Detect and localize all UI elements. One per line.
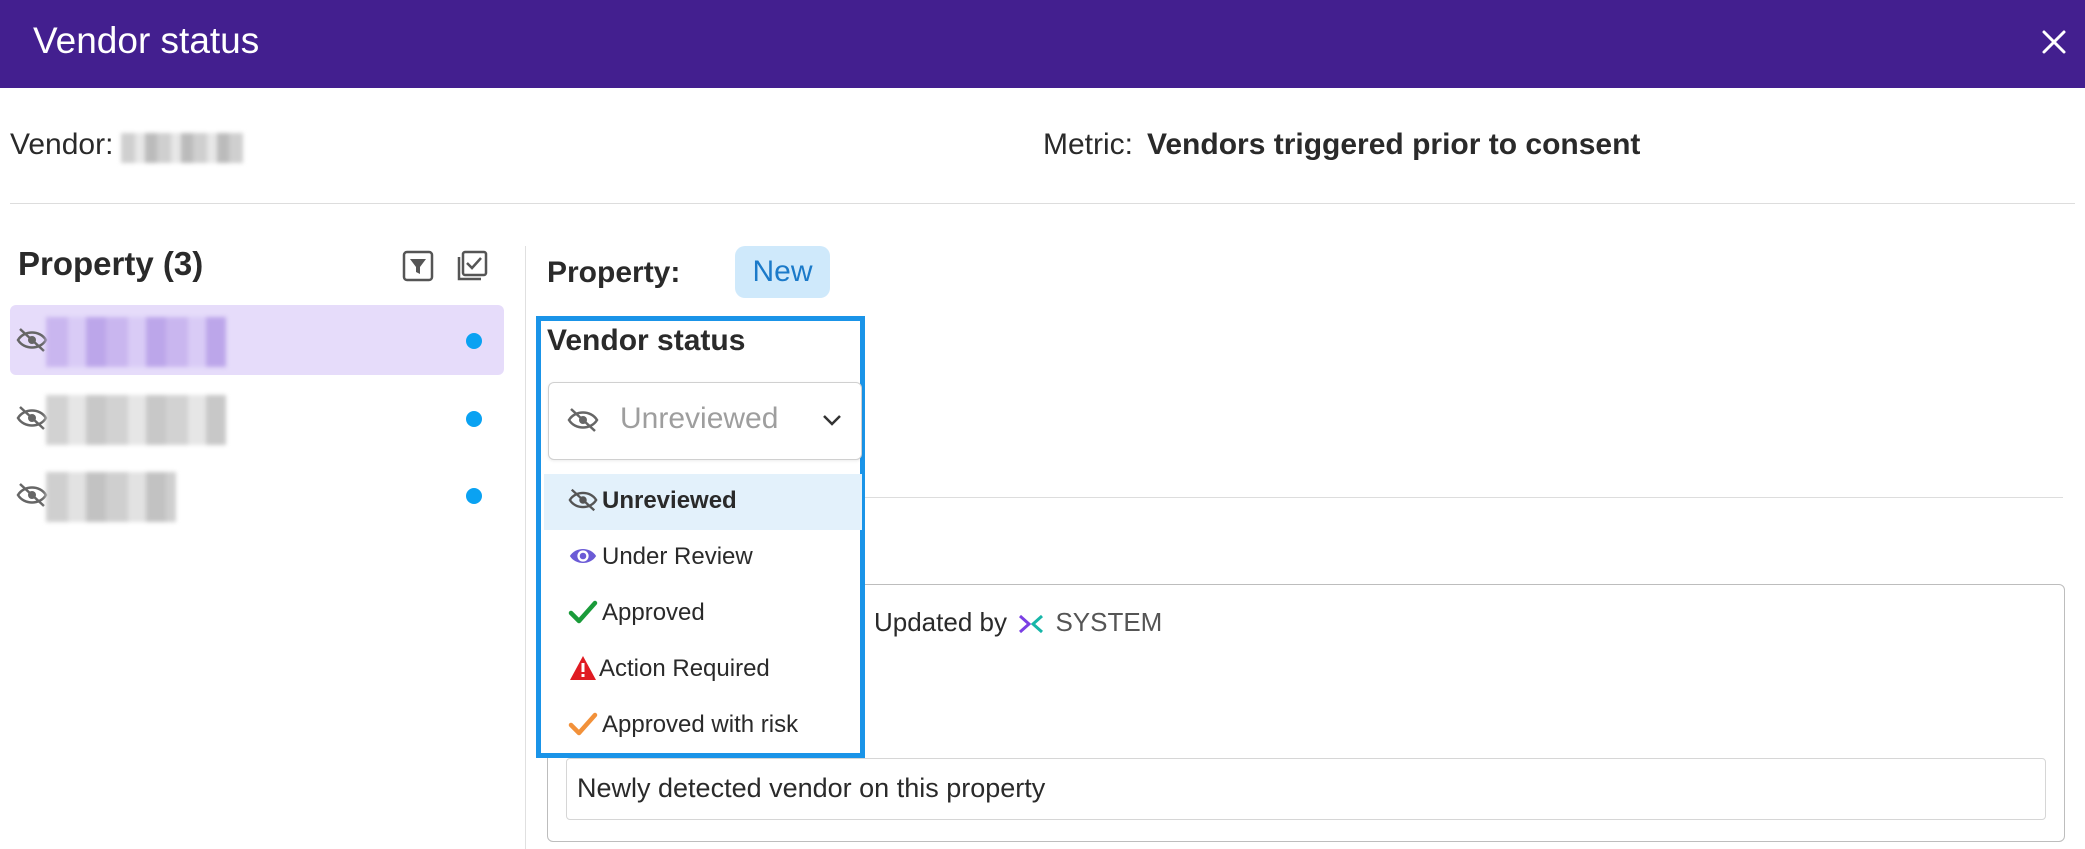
close-icon[interactable] bbox=[2037, 25, 2071, 59]
note-text: Newly detected vendor on this property bbox=[577, 773, 1046, 803]
property-field-label: Property: bbox=[547, 256, 681, 289]
check-icon bbox=[568, 712, 598, 736]
chevron-down-icon bbox=[823, 415, 841, 426]
updated-by-line: | Updated by SYSTEM bbox=[860, 607, 1162, 638]
eye-slash-icon bbox=[16, 483, 48, 507]
status-option-label: Under Review bbox=[602, 543, 753, 570]
property-status-badge: New bbox=[735, 246, 830, 298]
vendor-name-redacted bbox=[121, 133, 243, 163]
eye-slash-icon bbox=[568, 488, 598, 512]
selected-status-value: Unreviewed bbox=[620, 402, 779, 435]
status-option-label: Unreviewed bbox=[602, 487, 737, 514]
divider bbox=[10, 203, 2075, 204]
property-item[interactable] bbox=[10, 305, 504, 375]
status-option-under-review[interactable]: Under Review bbox=[544, 530, 862, 586]
select-all-icon[interactable] bbox=[456, 250, 488, 282]
status-dot bbox=[466, 333, 482, 349]
status-dot bbox=[466, 488, 482, 504]
property-item[interactable] bbox=[10, 460, 504, 530]
check-icon bbox=[568, 600, 598, 624]
status-option-action-required[interactable]: Action Required bbox=[544, 642, 862, 698]
status-option-unreviewed[interactable]: Unreviewed bbox=[544, 474, 862, 530]
eye-icon bbox=[569, 548, 597, 564]
status-option-approved[interactable]: Approved bbox=[544, 586, 862, 642]
vendor-label: Vendor: bbox=[10, 128, 114, 161]
updated-by-label: | Updated by bbox=[860, 607, 1007, 637]
property-list-heading: Property (3) bbox=[18, 245, 204, 282]
status-option-label: Action Required bbox=[599, 655, 770, 682]
eye-slash-icon bbox=[16, 406, 48, 430]
dialog-title: Vendor status bbox=[33, 20, 260, 61]
status-dot bbox=[466, 411, 482, 427]
warning-triangle-icon bbox=[570, 656, 596, 680]
eye-slash-icon bbox=[567, 408, 599, 432]
eye-slash-icon bbox=[16, 328, 48, 352]
property-item[interactable] bbox=[10, 383, 504, 453]
filter-icon[interactable] bbox=[402, 250, 434, 282]
property-name-redacted bbox=[46, 317, 226, 367]
property-name-redacted bbox=[46, 395, 226, 445]
vendor-status-label: Vendor status bbox=[547, 324, 746, 357]
property-name-redacted bbox=[46, 472, 176, 522]
metric-value: Vendors triggered prior to consent bbox=[1147, 128, 1641, 161]
panel-divider bbox=[525, 246, 526, 849]
system-logo-icon bbox=[1019, 615, 1044, 634]
updated-by-name: SYSTEM bbox=[1055, 607, 1163, 637]
dialog-header: Vendor status bbox=[0, 0, 2085, 88]
metric-info: Metric: Vendors triggered prior to consen… bbox=[1043, 128, 1640, 162]
status-option-label: Approved bbox=[602, 599, 705, 626]
status-option-label: Approved with risk bbox=[602, 711, 799, 738]
metric-label: Metric: bbox=[1043, 128, 1133, 161]
status-option-approved-with-risk[interactable]: Approved with risk bbox=[544, 698, 862, 754]
vendor-status-select[interactable]: Unreviewed bbox=[548, 382, 862, 460]
